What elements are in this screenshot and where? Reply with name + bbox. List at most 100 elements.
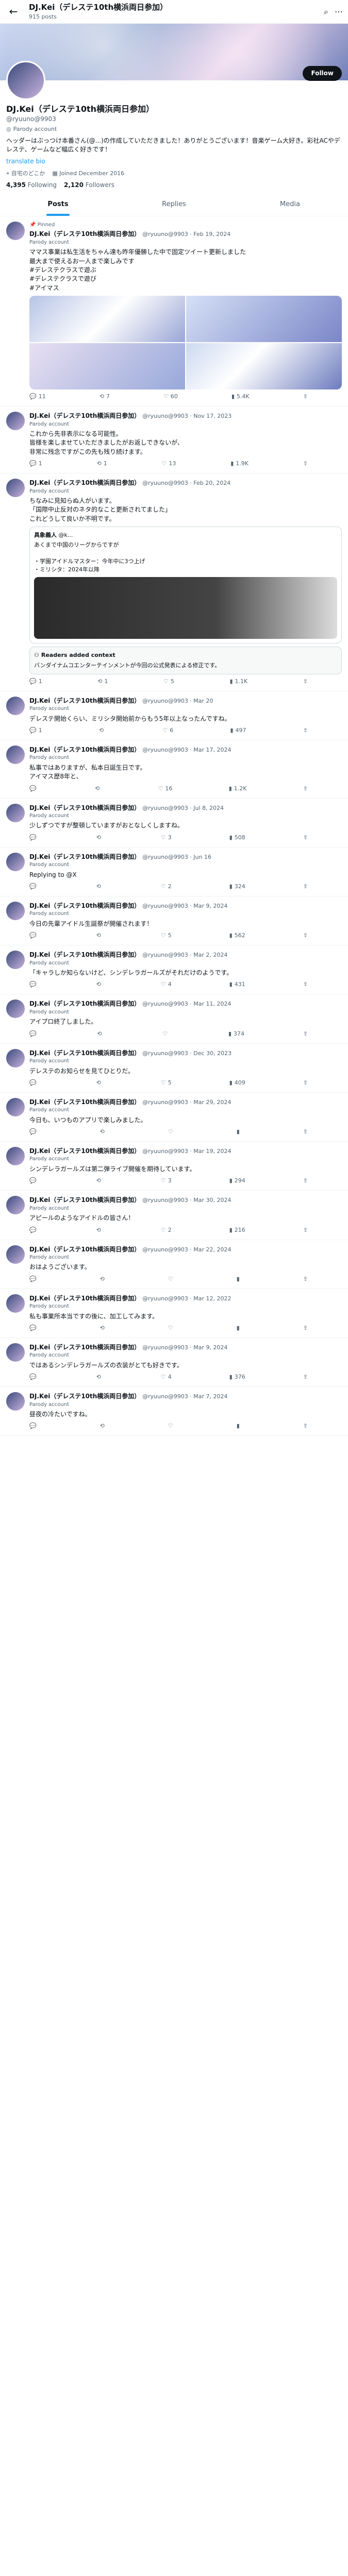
post-avatar[interactable] [6, 1245, 25, 1264]
reply-button[interactable]: 💬 1 [29, 677, 42, 686]
repost-button[interactable]: ⟲ [96, 931, 103, 940]
post[interactable]: DJ.Kei（デレステ10th横浜両日参加） @ryuuno@9903 · Ma… [0, 1093, 348, 1142]
like-button[interactable]: ♡ 6 [162, 726, 173, 735]
post-author[interactable]: DJ.Kei（デレステ10th横浜両日参加） [29, 1196, 140, 1204]
repost-button[interactable]: ⟲ [96, 834, 103, 842]
post[interactable]: DJ.Kei（デレステ10th横浜両日参加） @ryuuno@9903 · No… [0, 406, 348, 474]
share-button[interactable]: ⇪ [303, 677, 308, 686]
post-author[interactable]: DJ.Kei（デレステ10th横浜両日参加） [29, 230, 140, 238]
repost-button[interactable]: ⟲ [95, 785, 102, 793]
like-button[interactable]: ♡ [168, 1422, 175, 1430]
back-arrow-icon[interactable]: ← [5, 4, 22, 20]
post-avatar[interactable] [6, 1294, 25, 1313]
reply-button[interactable]: 💬 [29, 1373, 39, 1381]
post-author[interactable]: DJ.Kei（デレステ10th横浜両日参加） [29, 1344, 140, 1351]
reply-button[interactable]: 💬 11 [29, 393, 46, 401]
reply-button[interactable]: 💬 [29, 1226, 39, 1234]
post-avatar[interactable] [6, 901, 25, 920]
post-author[interactable]: DJ.Kei（デレステ10th横浜両日参加） [29, 746, 140, 753]
repost-button[interactable]: ⟲ [96, 883, 103, 891]
follow-button[interactable]: Follow [303, 66, 342, 81]
post[interactable]: DJ.Kei（デレステ10th横浜両日参加） @ryuuno@9903 · Ma… [0, 1191, 348, 1240]
post-avatar[interactable] [6, 1392, 25, 1411]
share-button[interactable]: ⇪ [303, 1324, 308, 1332]
like-button[interactable]: ♡ 4 [161, 980, 172, 989]
post[interactable]: DJ.Kei（デレステ10th横浜両日参加） @ryuuno@9903 · Ma… [0, 740, 348, 799]
like-button[interactable]: ♡ 16 [158, 785, 173, 793]
like-button[interactable]: ♡ [168, 1275, 175, 1283]
profile-avatar[interactable] [6, 61, 45, 100]
post-avatar[interactable] [6, 479, 25, 498]
like-button[interactable]: ♡ [162, 1030, 170, 1038]
post-author[interactable]: DJ.Kei（デレステ10th横浜両日参加） [29, 1295, 140, 1302]
share-button[interactable]: ⇪ [303, 1275, 308, 1283]
tab-media[interactable]: Media [232, 194, 348, 216]
post-author[interactable]: DJ.Kei（デレステ10th横浜両日参加） [29, 902, 140, 909]
reply-button[interactable]: 💬 [29, 1422, 39, 1430]
reply-button[interactable]: 💬 [29, 1079, 39, 1087]
post-author[interactable]: DJ.Kei（デレステ10th横浜両日参加） [29, 697, 140, 704]
post-image[interactable] [186, 296, 342, 343]
repost-button[interactable]: ⟲ 7 [100, 393, 110, 401]
repost-button[interactable]: ⟲ [96, 1079, 103, 1087]
views-button[interactable]: ▮ 1.2K [229, 785, 247, 793]
post-author[interactable]: DJ.Kei（デレステ10th横浜両日参加） [29, 804, 140, 811]
post[interactable]: DJ.Kei（デレステ10th横浜両日参加） @ryuuno@9903 · Ma… [0, 896, 348, 946]
like-button[interactable]: ♡ 4 [161, 1373, 172, 1381]
post-avatar[interactable] [6, 745, 25, 764]
views-button[interactable]: ▮ 374 [228, 1030, 244, 1038]
share-button[interactable]: ⇪ [303, 1373, 308, 1381]
share-button[interactable]: ⇪ [303, 1030, 308, 1038]
views-button[interactable]: ▮ 508 [229, 834, 245, 842]
views-button[interactable]: ▮ 294 [229, 1177, 245, 1185]
post[interactable]: DJ.Kei（デレステ10th横浜両日参加） @ryuuno@9903 · Ma… [0, 1289, 348, 1338]
reply-button[interactable]: 💬 [29, 980, 39, 989]
post[interactable]: DJ.Kei（デレステ10th横浜両日参加） @ryuuno@9903 · Ma… [0, 1338, 348, 1387]
share-button[interactable]: ⇪ [303, 1079, 308, 1087]
post[interactable]: DJ.Kei（デレステ10th横浜両日参加） @ryuuno@9903 · Ma… [0, 994, 348, 1044]
repost-button[interactable]: ⟲ [100, 1324, 107, 1332]
like-button[interactable]: ♡ 5 [161, 1079, 172, 1087]
post-avatar[interactable] [6, 1097, 25, 1116]
share-button[interactable]: ⇪ [303, 1226, 308, 1234]
post-author[interactable]: DJ.Kei（デレステ10th横浜両日参加） [29, 951, 140, 958]
post[interactable]: DJ.Kei（デレステ10th横浜両日参加） @ryuuno@9903 · Fe… [0, 473, 348, 691]
reply-button[interactable]: 💬 [29, 931, 39, 940]
share-button[interactable]: ⇪ [303, 726, 308, 735]
post[interactable]: DJ.Kei（デレステ10th横浜両日参加） @ryuuno@9903 · Ju… [0, 848, 348, 896]
views-button[interactable]: ▮ [237, 1275, 242, 1283]
more-icon[interactable]: ⋯ [335, 6, 343, 18]
post-avatar[interactable] [6, 999, 25, 1019]
post-avatar[interactable] [6, 951, 25, 970]
like-button[interactable]: ♡ 3 [161, 1177, 172, 1185]
translate-bio-link[interactable]: translate bio [6, 157, 342, 166]
like-button[interactable]: ♡ 5 [161, 931, 172, 940]
views-button[interactable]: ▮ 497 [230, 726, 246, 735]
post-avatar[interactable] [6, 803, 25, 822]
followers-link[interactable]: 2,120 Followers [64, 181, 114, 190]
repost-button[interactable]: ⟲ 1 [97, 677, 108, 686]
post[interactable]: DJ.Kei（デレステ10th横浜両日参加） @ryuuno@9903 · Ma… [0, 691, 348, 740]
post-author[interactable]: DJ.Kei（デレステ10th横浜両日参加） [29, 479, 140, 486]
post-image[interactable] [186, 343, 342, 390]
like-button[interactable]: ♡ [168, 1324, 175, 1332]
repost-button[interactable]: ⟲ [100, 1128, 107, 1136]
post-avatar[interactable] [6, 1343, 25, 1362]
post[interactable]: DJ.Kei（デレステ10th横浜両日参加） @ryuuno@9903 · Ma… [0, 945, 348, 995]
views-button[interactable]: ▮ [237, 1128, 242, 1136]
share-button[interactable]: ⇪ [303, 1422, 308, 1430]
post-author[interactable]: DJ.Kei（デレステ10th横浜両日参加） [29, 1147, 140, 1155]
reply-button[interactable]: 💬 1 [29, 726, 42, 735]
share-button[interactable]: ⇪ [303, 980, 308, 989]
share-button[interactable]: ⇪ [303, 460, 308, 468]
quote-post[interactable]: 具象義人 @k... あくまで中国のリーグからですが ・学園アイドルマスター：今年… [29, 527, 342, 643]
like-button[interactable]: ♡ 5 [163, 677, 174, 686]
repost-button[interactable]: ⟲ [96, 1177, 103, 1185]
views-button[interactable]: ▮ [237, 1422, 242, 1430]
post-avatar[interactable] [6, 852, 25, 871]
post[interactable]: DJ.Kei（デレステ10th横浜両日参加） @ryuuno@9903 · Ju… [0, 799, 348, 848]
post-author[interactable]: DJ.Kei（デレステ10th横浜両日参加） [29, 853, 140, 860]
post[interactable]: DJ.Kei（デレステ10th横浜両日参加） @ryuuno@9903 · Ma… [0, 1240, 348, 1289]
search-icon[interactable]: ⌕ [324, 6, 328, 18]
views-button[interactable]: ▮ 1.1K [229, 677, 247, 686]
